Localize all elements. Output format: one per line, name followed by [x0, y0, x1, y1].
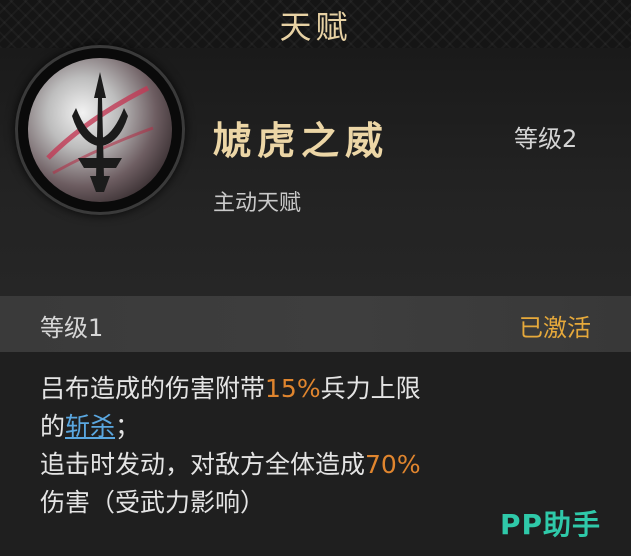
- level-label: 等级1: [40, 314, 104, 342]
- execute-link[interactable]: 斩杀: [65, 412, 115, 441]
- desc-text: 吕布造成的伤害附带: [40, 374, 266, 403]
- description-line-1: 吕布造成的伤害附带15%兵力上限: [40, 370, 605, 408]
- talent-description: 吕布造成的伤害附带15%兵力上限 的斩杀； 追击时发动，对敌方全体造成70% 伤…: [40, 370, 605, 522]
- desc-text: ；: [115, 412, 141, 441]
- desc-text: 的: [40, 412, 66, 441]
- trident-emblem-icon: [28, 58, 172, 202]
- talent-level: 等级2: [514, 125, 578, 153]
- talent-type: 主动天赋: [213, 191, 302, 216]
- damage-percent: 15%: [265, 374, 321, 403]
- description-line-3: 追击时发动，对敌方全体造成70%: [40, 446, 605, 484]
- desc-text: 追击时发动，对敌方全体造成: [40, 450, 366, 479]
- talent-icon-frame[interactable]: [15, 45, 185, 215]
- description-line-2: 的斩杀；: [40, 408, 605, 446]
- desc-text: 伤害（受武力影响）: [40, 488, 266, 517]
- header-bar: 天赋: [0, 0, 631, 49]
- page-title: 天赋: [279, 8, 352, 46]
- level-bar: 等级1 已激活: [0, 296, 631, 352]
- watermark-logo: PP助手: [499, 508, 601, 541]
- desc-text: 兵力上限: [320, 374, 421, 403]
- activated-status: 已激活: [519, 314, 591, 342]
- talent-name: 虓虎之威: [213, 118, 390, 163]
- aoe-percent: 70%: [365, 450, 421, 479]
